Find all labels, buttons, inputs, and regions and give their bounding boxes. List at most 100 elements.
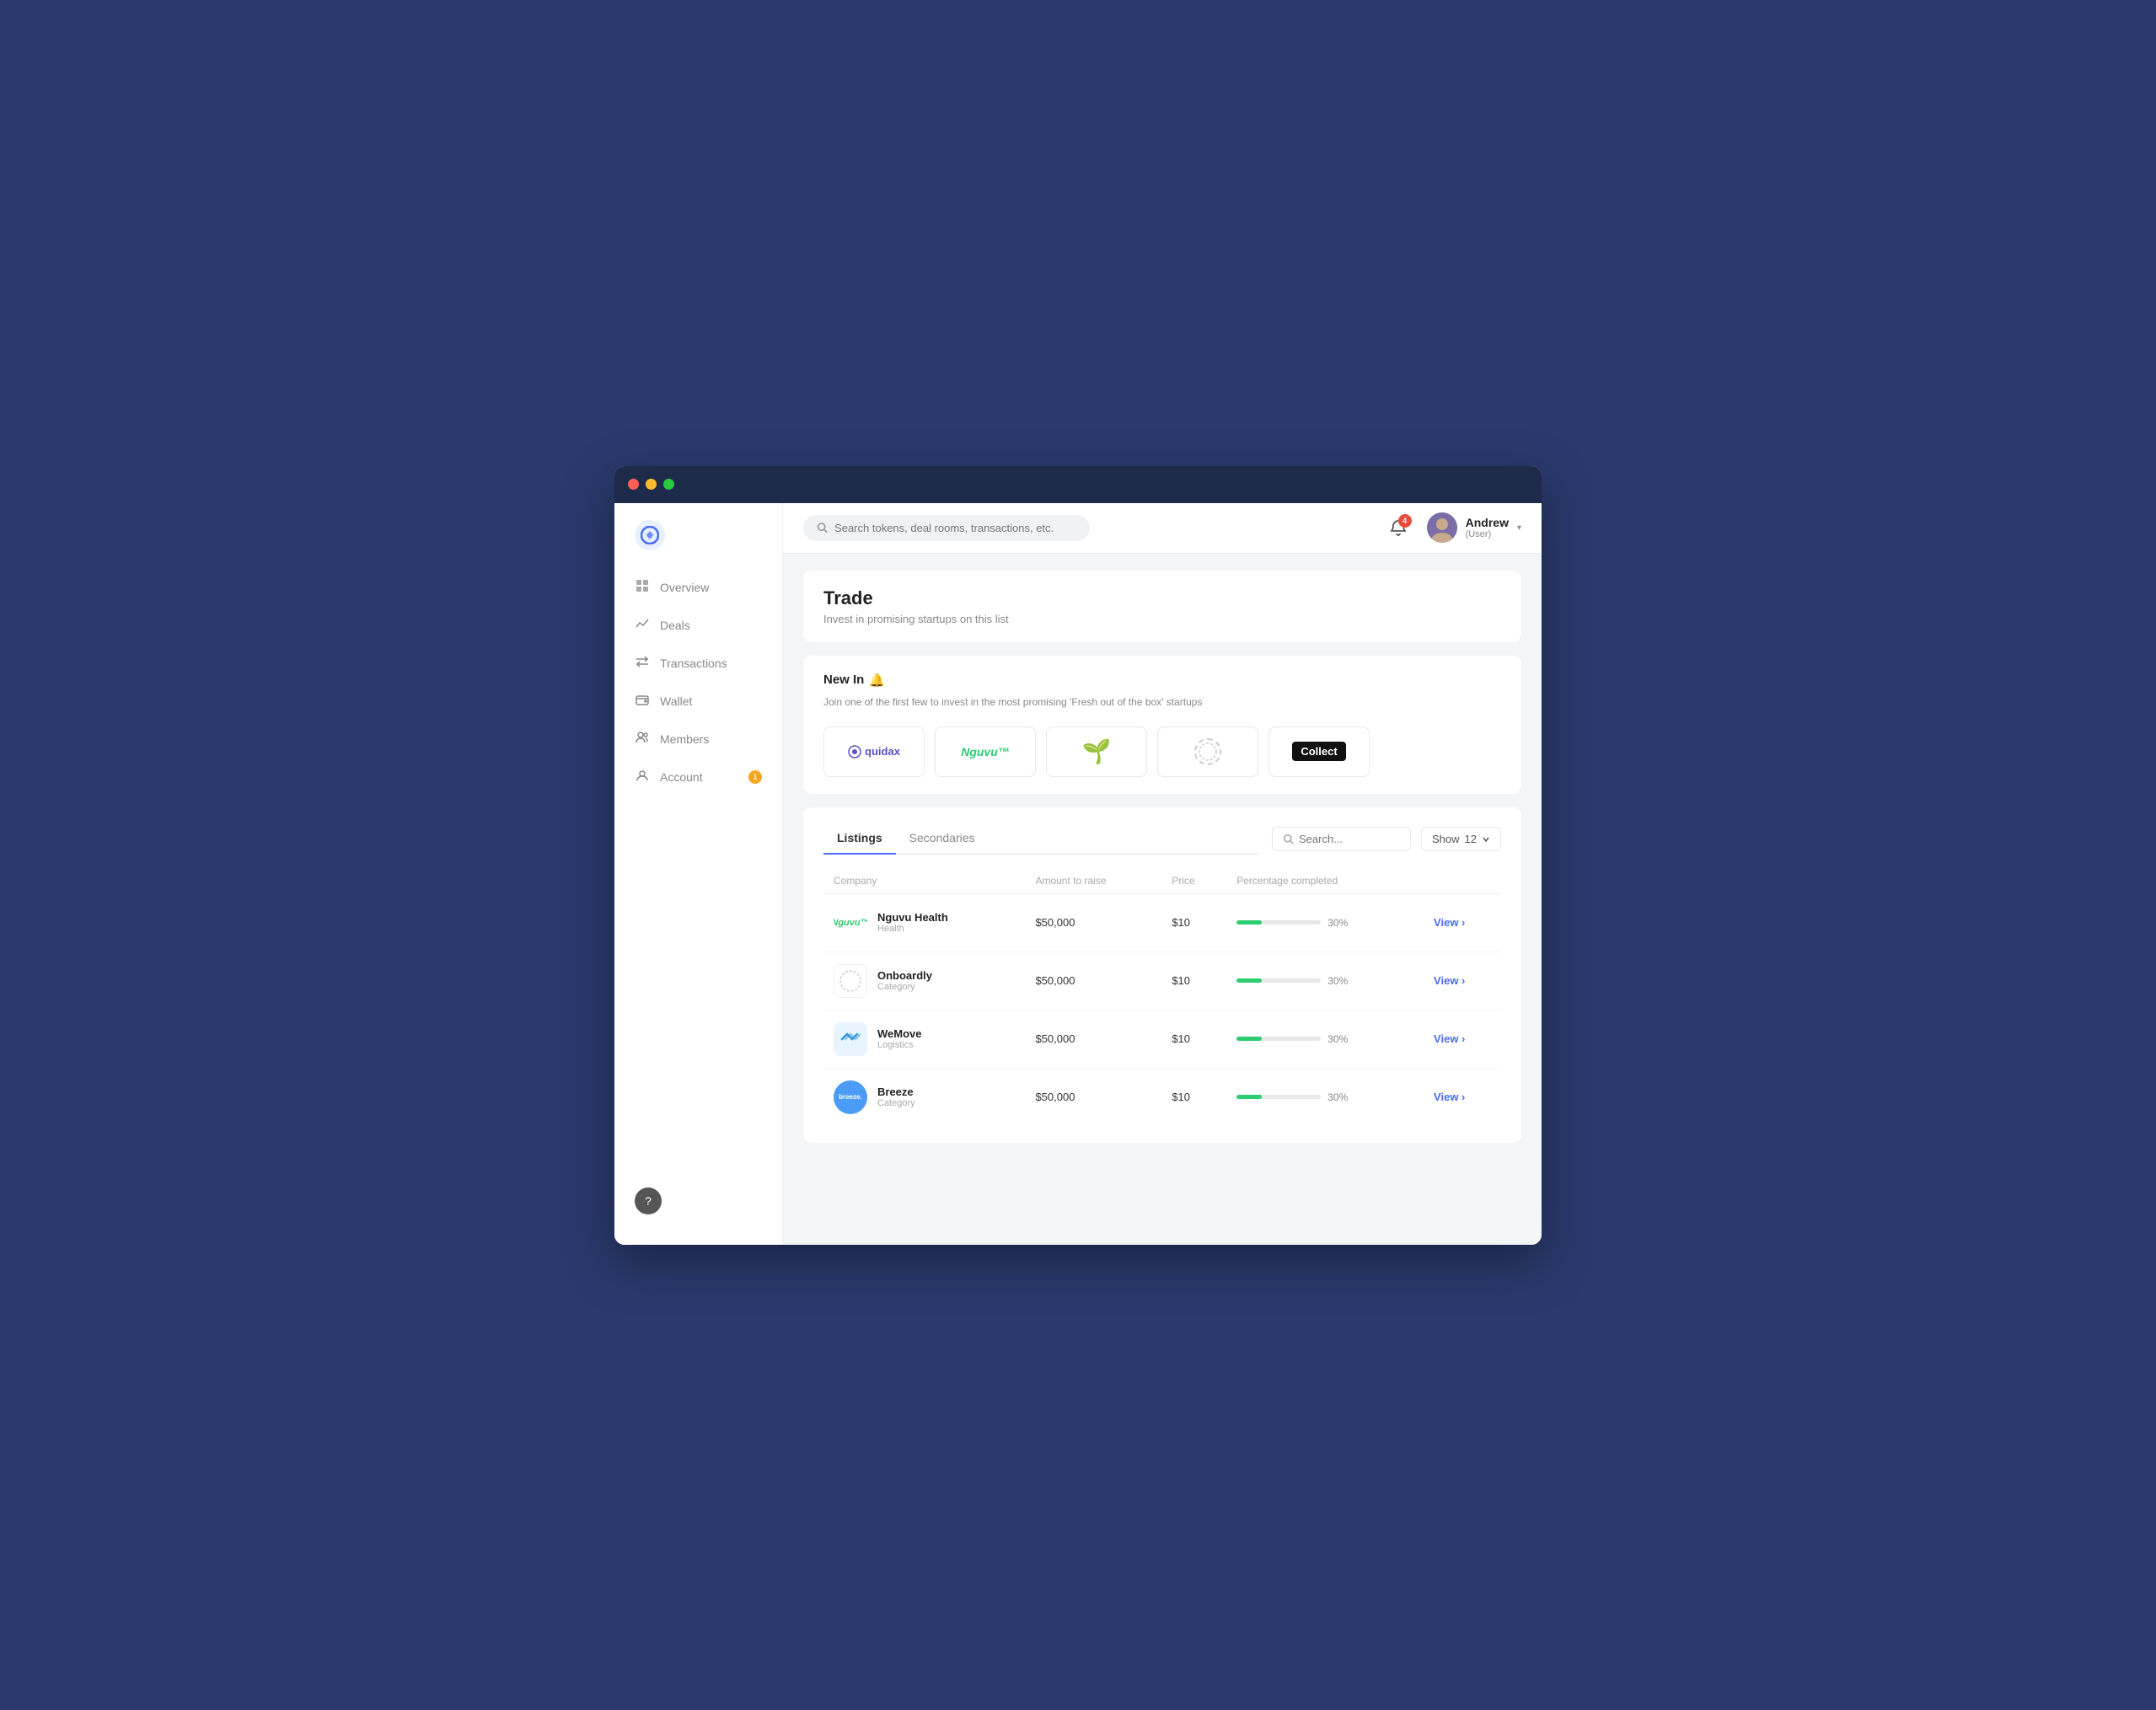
show-chevron-icon <box>1482 835 1490 844</box>
page-subtitle: Invest in promising startups on this lis… <box>823 613 1501 625</box>
account-icon <box>635 769 650 786</box>
wallet-icon <box>635 693 650 710</box>
listings-header: Listings Secondaries <box>823 824 1501 855</box>
maximize-button[interactable] <box>663 479 674 490</box>
sidebar-item-overview-label: Overview <box>660 581 709 594</box>
sidebar: Overview Deals Tra <box>614 503 783 1245</box>
search-icon <box>817 522 828 533</box>
listings-controls: Show 12 <box>1272 827 1501 851</box>
amount-cell: $50,000 <box>1025 893 1161 951</box>
col-amount: Amount to raise <box>1025 868 1161 894</box>
app-window: Overview Deals Tra <box>614 466 1542 1245</box>
company-logo-plant[interactable]: 🌱 <box>1046 726 1147 777</box>
notifications-button[interactable]: 4 <box>1383 512 1413 543</box>
company-logo-collect[interactable]: Collect <box>1268 726 1370 777</box>
progress-pct: 30% <box>1327 917 1348 929</box>
progress-pct: 30% <box>1327 1091 1348 1103</box>
show-select[interactable]: Show 12 <box>1421 827 1501 851</box>
view-button[interactable]: View › <box>1434 1032 1491 1045</box>
company-logo-nguvu[interactable]: Nguvu™ <box>935 726 1036 777</box>
view-cell: View › <box>1424 1010 1501 1068</box>
price-cell: $10 <box>1161 1010 1226 1068</box>
tab-secondaries[interactable]: Secondaries <box>896 824 989 855</box>
new-in-card: New In 🔔 Join one of the first few to in… <box>803 656 1521 794</box>
col-action <box>1424 868 1501 894</box>
company-logo-quidax[interactable]: quidax <box>823 726 925 777</box>
new-in-subtitle: Join one of the first few to invest in t… <box>823 694 1501 710</box>
table-row: Nguvu™ Nguvu Health Health $50,000 $10 3… <box>823 893 1501 951</box>
amount-cell: $50,000 <box>1025 1068 1161 1126</box>
table-row: breeze. Breeze Category $50,000 $10 30% … <box>823 1068 1501 1126</box>
sidebar-item-members[interactable]: Members <box>625 722 772 757</box>
progress-bar-bg <box>1236 920 1321 925</box>
company-name: Onboardly <box>877 969 932 982</box>
new-in-emoji: 🔔 <box>869 673 885 688</box>
table-header-row: Company Amount to raise Price Percentage… <box>823 868 1501 894</box>
topbar: 4 Andrew (User) <box>783 503 1542 554</box>
price-cell: $10 <box>1161 893 1226 951</box>
view-cell: View › <box>1424 951 1501 1010</box>
table-row: Onboardly Category $50,000 $10 30% View … <box>823 951 1501 1010</box>
help-button[interactable]: ? <box>635 1187 662 1214</box>
sidebar-item-overview[interactable]: Overview <box>625 571 772 605</box>
titlebar <box>614 466 1542 503</box>
minimize-button[interactable] <box>646 479 657 490</box>
tabs: Listings Secondaries <box>823 824 1258 855</box>
listings-card: Listings Secondaries <box>803 807 1521 1143</box>
user-info[interactable]: Andrew (User) ▾ <box>1427 512 1521 543</box>
user-name: Andrew <box>1466 516 1509 529</box>
app-logo-icon <box>635 520 665 550</box>
percentage-cell: 30% <box>1226 1068 1424 1126</box>
progress-bar-fill <box>1236 1037 1262 1041</box>
sidebar-item-transactions-label: Transactions <box>660 657 727 670</box>
price-cell: $10 <box>1161 951 1226 1010</box>
company-logo-onboardly[interactable] <box>1157 726 1258 777</box>
sidebar-item-transactions[interactable]: Transactions <box>625 646 772 681</box>
user-avatar <box>1427 512 1457 543</box>
listings-search-box[interactable] <box>1272 827 1411 851</box>
search-input[interactable] <box>834 522 1076 534</box>
listings-search-input[interactable] <box>1299 833 1400 845</box>
show-label: Show <box>1432 833 1460 845</box>
progress-bar-bg <box>1236 978 1321 983</box>
amount-cell: $50,000 <box>1025 1010 1161 1068</box>
company-cell: Nguvu™ Nguvu Health Health <box>823 893 1025 951</box>
amount-cell: $50,000 <box>1025 951 1161 1010</box>
view-button[interactable]: View › <box>1434 974 1491 987</box>
close-button[interactable] <box>628 479 639 490</box>
sidebar-item-wallet[interactable]: Wallet <box>625 684 772 719</box>
company-logos-row: quidax Nguvu™ 🌱 <box>823 726 1501 777</box>
help-icon: ? <box>645 1194 652 1208</box>
topbar-right: 4 Andrew (User) <box>1383 512 1521 543</box>
company-name: WeMove <box>877 1027 922 1040</box>
sidebar-item-account[interactable]: Account 1 <box>625 760 772 795</box>
progress-bar-fill <box>1236 1095 1262 1099</box>
chevron-down-icon: ▾ <box>1517 523 1521 533</box>
table-row: WeMove Logistics $50,000 $10 30% View › <box>823 1010 1501 1068</box>
view-button[interactable]: View › <box>1434 1091 1491 1103</box>
new-in-title: New In 🔔 <box>823 673 1501 688</box>
col-percentage: Percentage completed <box>1226 868 1424 894</box>
sidebar-help: ? <box>614 1174 782 1228</box>
sidebar-item-deals[interactable]: Deals <box>625 608 772 643</box>
progress-pct: 30% <box>1327 975 1348 987</box>
user-role: (User) <box>1466 529 1509 539</box>
new-in-title-text: New In <box>823 673 864 687</box>
percentage-cell: 30% <box>1226 951 1424 1010</box>
listings-search-icon <box>1283 834 1294 844</box>
deals-icon <box>635 617 650 635</box>
tab-listings[interactable]: Listings <box>823 824 896 855</box>
col-price: Price <box>1161 868 1226 894</box>
app-body: Overview Deals Tra <box>614 503 1542 1245</box>
view-button[interactable]: View › <box>1434 916 1491 929</box>
transactions-icon <box>635 655 650 673</box>
company-category: Category <box>877 982 932 992</box>
search-box[interactable] <box>803 515 1090 541</box>
col-company: Company <box>823 868 1025 894</box>
price-cell: $10 <box>1161 1068 1226 1126</box>
progress-bar-fill <box>1236 920 1262 925</box>
onboardly-circle-logo <box>1194 738 1221 765</box>
company-cell: Onboardly Category <box>823 951 1025 1010</box>
sidebar-logo <box>614 520 782 571</box>
view-cell: View › <box>1424 893 1501 951</box>
